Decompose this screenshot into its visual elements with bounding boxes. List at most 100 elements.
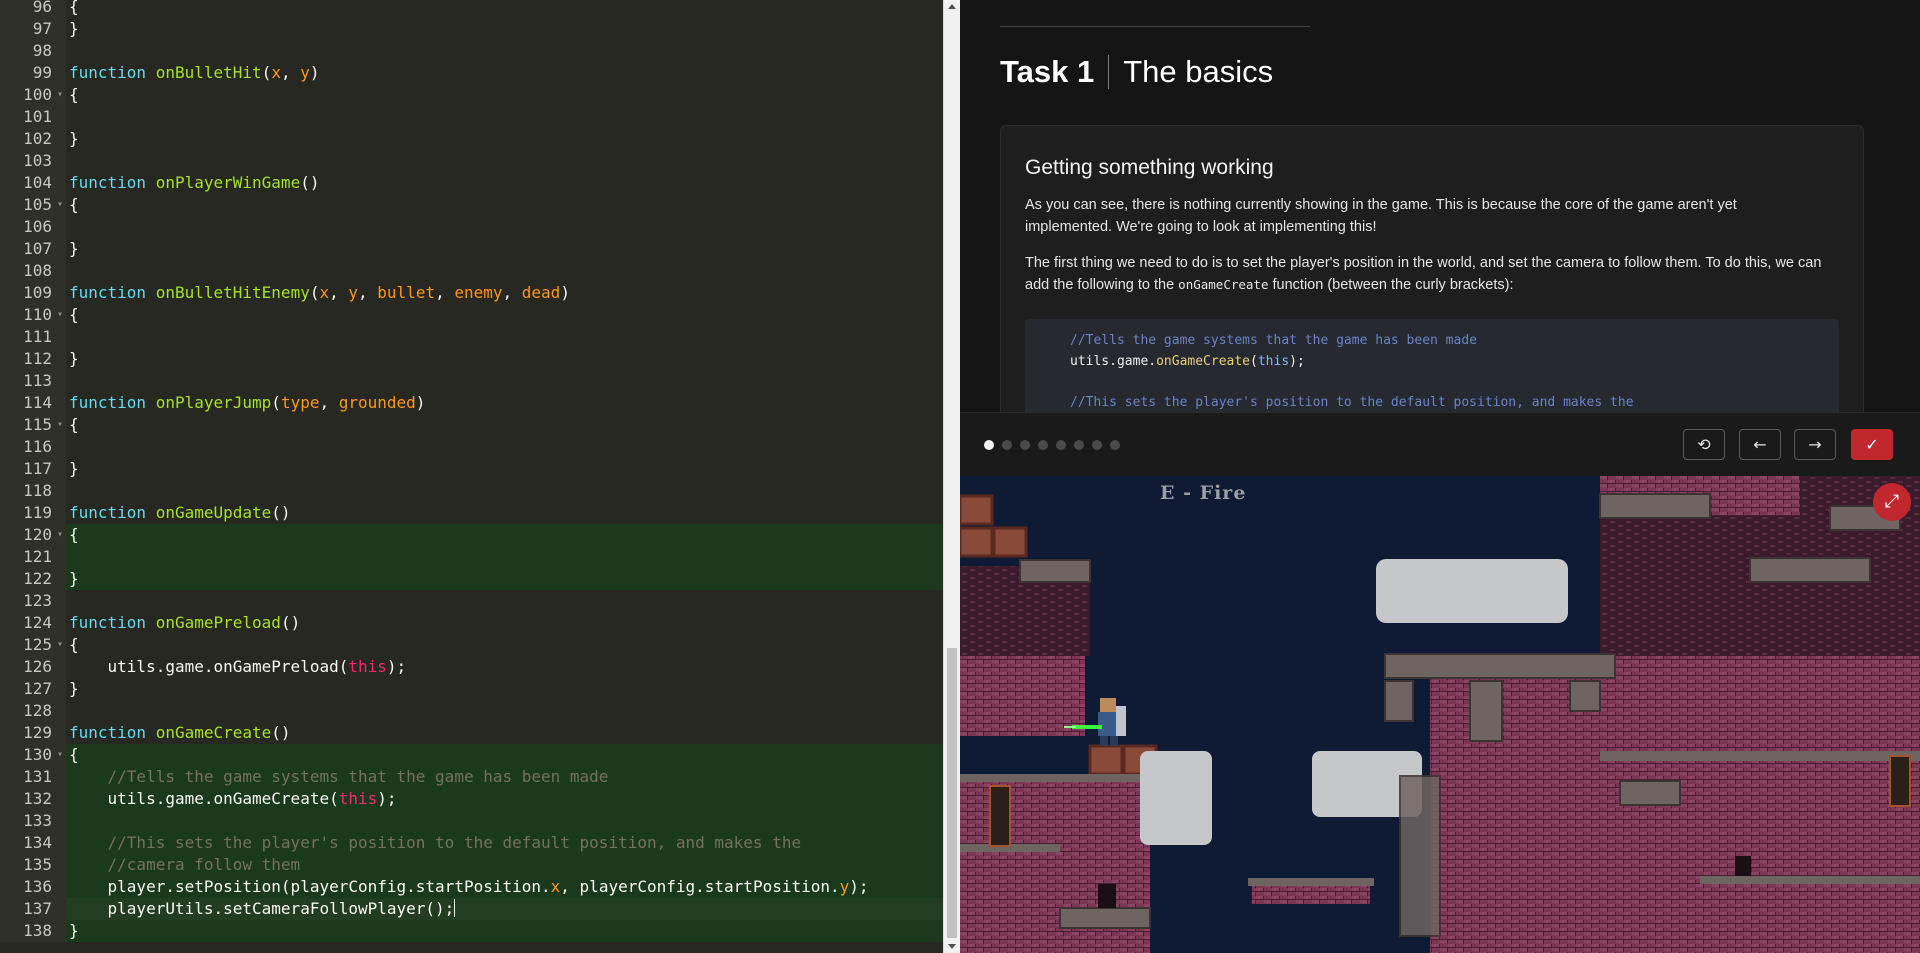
page-dot[interactable] — [1092, 440, 1102, 450]
fullscreen-button[interactable]: ⤢ — [1873, 483, 1911, 521]
code-line[interactable]: 128 — [0, 700, 943, 722]
fold-toggle-icon[interactable]: ▾ — [57, 84, 63, 106]
fold-toggle-icon[interactable]: ▾ — [57, 414, 63, 436]
line-gutter: 117 — [0, 458, 66, 480]
editor-scrollbar[interactable] — [943, 0, 960, 953]
line-number: 114 — [23, 393, 52, 412]
code-line[interactable]: 119 function onGameUpdate() — [0, 502, 943, 524]
code-line[interactable]: 114 function onPlayerJump(type, grounded) — [0, 392, 943, 414]
code-line[interactable]: 103 — [0, 150, 943, 172]
code-line[interactable]: 111 — [0, 326, 943, 348]
code-line[interactable]: 104 function onPlayerWinGame() — [0, 172, 943, 194]
code-token: } — [69, 349, 79, 368]
line-number: 117 — [23, 459, 52, 478]
line-gutter: 123 — [0, 590, 66, 612]
card-paragraph: The first thing we need to do is to set … — [1025, 252, 1825, 296]
line-gutter: 97 — [0, 18, 66, 40]
line-number: 107 — [23, 239, 52, 258]
code-line[interactable]: 137 playerUtils.setCameraFollowPlayer(); — [0, 898, 943, 920]
fold-toggle-icon[interactable]: ▾ — [57, 634, 63, 656]
code-line[interactable]: 96 { — [0, 0, 943, 18]
line-number: 115 — [23, 415, 52, 434]
editor-scroll-thumb[interactable] — [947, 648, 957, 938]
scroll-up-icon[interactable] — [948, 4, 956, 9]
code-line[interactable]: 117} — [0, 458, 943, 480]
code-line[interactable]: 113 — [0, 370, 943, 392]
code-line[interactable]: 130 ▾ { — [0, 744, 943, 766]
code-line[interactable]: 135 //camera follow them — [0, 854, 943, 876]
history-icon: ⟲ — [1697, 435, 1711, 454]
code-line[interactable]: 102} — [0, 128, 943, 150]
line-gutter: 119 — [0, 502, 66, 524]
code-line[interactable]: 109 function onBulletHitEnemy(x, y, bulle… — [0, 282, 943, 304]
code-line[interactable]: 118 — [0, 480, 943, 502]
code-line[interactable]: 121 — [0, 546, 943, 568]
page-dot[interactable] — [1002, 440, 1012, 450]
code-token: { — [69, 305, 79, 324]
code-line[interactable]: 115 ▾ { — [0, 414, 943, 436]
page-dot[interactable] — [1110, 440, 1120, 450]
code-line[interactable]: 112} — [0, 348, 943, 370]
line-gutter: 136 — [0, 876, 66, 898]
reset-button[interactable]: ⟲ — [1683, 429, 1725, 460]
code-line[interactable]: 105 ▾ { — [0, 194, 943, 216]
line-gutter: 99 — [0, 62, 66, 84]
code-line[interactable]: 138} — [0, 920, 943, 942]
code-editor[interactable]: 96{97} 98 99 function onBulletHit(x, y) 100 ▾… — [0, 0, 943, 953]
crate — [960, 494, 994, 526]
complete-button[interactable]: ✓ — [1851, 429, 1893, 460]
next-button[interactable]: → — [1794, 429, 1836, 460]
fold-toggle-icon[interactable]: ▾ — [57, 304, 63, 326]
previous-button[interactable]: ← — [1739, 429, 1781, 460]
code-line[interactable]: 127} — [0, 678, 943, 700]
page-dot[interactable] — [1056, 440, 1066, 450]
code-text: { — [69, 524, 79, 546]
code-token: { — [69, 195, 79, 214]
page-dot[interactable] — [1020, 440, 1030, 450]
code-line[interactable]: 110 ▾ { — [0, 304, 943, 326]
code-text: //Tells the game systems that the game h… — [69, 766, 609, 788]
code-line[interactable]: 97} — [0, 18, 943, 40]
line-number: 104 — [23, 173, 52, 192]
code-line[interactable]: 129 function onGameCreate() — [0, 722, 943, 744]
code-token: ); — [386, 657, 407, 676]
page-dot[interactable] — [1074, 440, 1084, 450]
line-number: 100 — [23, 85, 52, 104]
code-line[interactable]: 133 — [0, 810, 943, 832]
card-paragraph: As you can see, there is nothing current… — [1025, 197, 1737, 235]
code-line[interactable]: 98 — [0, 40, 943, 62]
fold-toggle-icon[interactable]: ▾ — [57, 194, 63, 216]
page-dot[interactable] — [984, 440, 994, 450]
code-token: } — [69, 921, 79, 940]
code-line[interactable]: 136 player.setPosition(playerConfig.star… — [0, 876, 943, 898]
code-line[interactable]: 101 — [0, 106, 943, 128]
code-line[interactable]: 122} — [0, 568, 943, 590]
line-number: 122 — [23, 569, 52, 588]
code-line[interactable]: 131 //Tells the game systems that the ga… — [0, 766, 943, 788]
line-gutter: 122 — [0, 568, 66, 590]
code-line[interactable]: 126 utils.game.onGamePreload(this); — [0, 656, 943, 678]
stone-block — [1384, 653, 1616, 679]
code-line[interactable]: 124 function onGamePreload() — [0, 612, 943, 634]
code-token: ) — [560, 283, 570, 302]
code-line[interactable]: 99 function onBulletHit(x, y) — [0, 62, 943, 84]
code-line[interactable]: 125 ▾ { — [0, 634, 943, 656]
fold-toggle-icon[interactable]: ▾ — [57, 744, 63, 766]
scroll-down-icon[interactable] — [948, 944, 956, 949]
code-line[interactable]: 120 ▾ { — [0, 524, 943, 546]
fold-toggle-icon[interactable]: ▾ — [57, 524, 63, 546]
code-line[interactable]: 108 — [0, 260, 943, 282]
page-dot[interactable] — [1038, 440, 1048, 450]
line-number: 96 — [32, 0, 52, 16]
code-line[interactable]: 132 utils.game.onGameCreate(this); — [0, 788, 943, 810]
code-line[interactable]: 116 — [0, 436, 943, 458]
code-text: } — [69, 568, 79, 590]
code-line[interactable]: 106 — [0, 216, 943, 238]
line-gutter: 135 — [0, 854, 66, 876]
game-canvas[interactable]: E - Fire ⤢ — [960, 476, 1920, 953]
code-line[interactable]: 123 — [0, 590, 943, 612]
code-line[interactable]: 100 ▾ { — [0, 84, 943, 106]
platform — [1252, 886, 1370, 904]
code-line[interactable]: 134 //This sets the player's position to… — [0, 832, 943, 854]
code-line[interactable]: 107} — [0, 238, 943, 260]
